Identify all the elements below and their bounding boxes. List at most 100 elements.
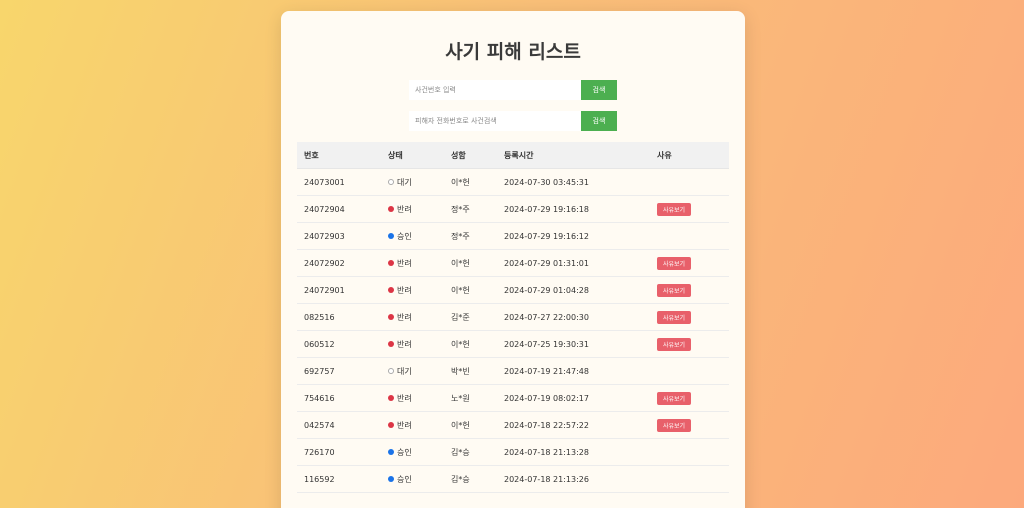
case-number: 24072902	[297, 249, 381, 277]
case-search-button[interactable]: 검색	[581, 80, 617, 100]
status-label: 반려	[397, 393, 412, 403]
status-dot-icon	[388, 233, 394, 239]
table-row: 24072902 반려 이*헌 2024-07-29 01:31:01 사유보기	[297, 249, 729, 277]
header-id: 번호	[297, 142, 381, 169]
victim-name: 이*헌	[444, 276, 497, 304]
phone-search-form: 검색	[409, 111, 617, 131]
header-time: 등록시간	[497, 142, 650, 169]
header-name: 성함	[444, 142, 497, 169]
status-cell: 반려	[381, 276, 444, 304]
case-number-input[interactable]	[409, 80, 581, 100]
table-row: 692757 대기 박*빈 2024-07-19 21:47:48	[297, 357, 729, 385]
status-label: 대기	[397, 177, 412, 187]
page-title: 사기 피해 리스트	[445, 41, 581, 63]
case-number: 060512	[297, 330, 381, 358]
table-row: 042574 반려 이*헌 2024-07-18 22:57:22 사유보기	[297, 411, 729, 439]
phone-search-button[interactable]: 검색	[581, 111, 617, 131]
status-dot-icon	[388, 341, 394, 347]
status-label: 대기	[397, 366, 412, 376]
view-reason-button[interactable]: 사유보기	[657, 391, 692, 405]
reason-cell: 사유보기	[650, 384, 729, 412]
victim-name: 박*빈	[444, 357, 497, 385]
status-dot-icon	[388, 422, 394, 428]
reason-cell	[650, 168, 729, 196]
case-number: 24072901	[297, 276, 381, 304]
registered-time: 2024-07-29 01:31:01	[497, 249, 650, 277]
table-row: 116592 승인 김*승 2024-07-18 21:13:26	[297, 465, 729, 493]
registered-time: 2024-07-29 19:16:12	[497, 222, 650, 250]
table-header-row: 번호 상태 성함 등록시간 사유	[297, 142, 729, 169]
case-number: 082516	[297, 303, 381, 331]
table-row: 082516 반려 김*준 2024-07-27 22:00:30 사유보기	[297, 303, 729, 331]
case-number: 754616	[297, 384, 381, 412]
registered-time: 2024-07-19 21:47:48	[497, 357, 650, 385]
victim-name: 이*헌	[444, 168, 497, 196]
reason-cell: 사유보기	[650, 249, 729, 277]
status-label: 승인	[397, 231, 412, 241]
view-reason-button[interactable]: 사유보기	[657, 337, 692, 351]
case-number: 24072904	[297, 195, 381, 223]
registered-time: 2024-07-27 22:00:30	[497, 303, 650, 331]
reason-cell	[650, 357, 729, 385]
case-number: 692757	[297, 357, 381, 385]
victim-name: 김*승	[444, 465, 497, 493]
reason-cell: 사유보기	[650, 330, 729, 358]
case-number: 116592	[297, 465, 381, 493]
status-cell: 승인	[381, 222, 444, 250]
registered-time: 2024-07-18 22:57:22	[497, 411, 650, 439]
table-row: 726170 승인 김*승 2024-07-18 21:13:28	[297, 438, 729, 466]
victim-name: 김*승	[444, 438, 497, 466]
case-search-form: 검색	[409, 80, 617, 100]
case-number: 24073001	[297, 168, 381, 196]
status-label: 승인	[397, 474, 412, 484]
status-label: 반려	[397, 339, 412, 349]
case-number: 726170	[297, 438, 381, 466]
victim-name: 정*주	[444, 222, 497, 250]
reason-cell	[650, 222, 729, 250]
table-row: 060512 반려 이*헌 2024-07-25 19:30:31 사유보기	[297, 330, 729, 358]
status-cell: 대기	[381, 357, 444, 385]
victim-name: 이*헌	[444, 411, 497, 439]
status-dot-icon	[388, 449, 394, 455]
view-reason-button[interactable]: 사유보기	[657, 283, 692, 297]
fraud-table: 번호 상태 성함 등록시간 사유 24073001 대기 이*헌 2024-07-30…	[297, 142, 729, 493]
registered-time: 2024-07-18 21:13:28	[497, 438, 650, 466]
status-label: 반려	[397, 258, 412, 268]
registered-time: 2024-07-18 21:13:26	[497, 465, 650, 493]
reason-cell: 사유보기	[650, 276, 729, 304]
view-reason-button[interactable]: 사유보기	[657, 310, 692, 324]
registered-time: 2024-07-29 01:04:28	[497, 276, 650, 304]
table-row: 24073001 대기 이*헌 2024-07-30 03:45:31	[297, 168, 729, 196]
registered-time: 2024-07-25 19:30:31	[497, 330, 650, 358]
view-reason-button[interactable]: 사유보기	[657, 202, 692, 216]
status-dot-icon	[388, 314, 394, 320]
status-cell: 반려	[381, 249, 444, 277]
status-cell: 반려	[381, 411, 444, 439]
status-cell: 승인	[381, 438, 444, 466]
status-label: 승인	[397, 447, 412, 457]
phone-number-input[interactable]	[409, 111, 581, 131]
table-row: 754616 반려 노*원 2024-07-19 08:02:17 사유보기	[297, 384, 729, 412]
fraud-list-card: 사기 피해 리스트 검색 검색 번호 상태 성함 등록시간 사유 2407300…	[281, 11, 745, 508]
status-label: 반려	[397, 312, 412, 322]
status-cell: 반려	[381, 303, 444, 331]
status-dot-icon	[388, 368, 394, 374]
status-dot-icon	[388, 287, 394, 293]
case-number: 24072903	[297, 222, 381, 250]
header-reason: 사유	[650, 142, 729, 169]
status-label: 반려	[397, 285, 412, 295]
status-cell: 반려	[381, 330, 444, 358]
table-row: 24072904 반려 정*주 2024-07-29 19:16:18 사유보기	[297, 195, 729, 223]
reason-cell	[650, 465, 729, 493]
status-dot-icon	[388, 260, 394, 266]
view-reason-button[interactable]: 사유보기	[657, 256, 692, 270]
status-cell: 승인	[381, 465, 444, 493]
victim-name: 정*주	[444, 195, 497, 223]
view-reason-button[interactable]: 사유보기	[657, 418, 692, 432]
status-dot-icon	[388, 179, 394, 185]
table-row: 24072903 승인 정*주 2024-07-29 19:16:12	[297, 222, 729, 250]
registered-time: 2024-07-30 03:45:31	[497, 168, 650, 196]
status-label: 반려	[397, 204, 412, 214]
reason-cell: 사유보기	[650, 303, 729, 331]
status-cell: 대기	[381, 168, 444, 196]
